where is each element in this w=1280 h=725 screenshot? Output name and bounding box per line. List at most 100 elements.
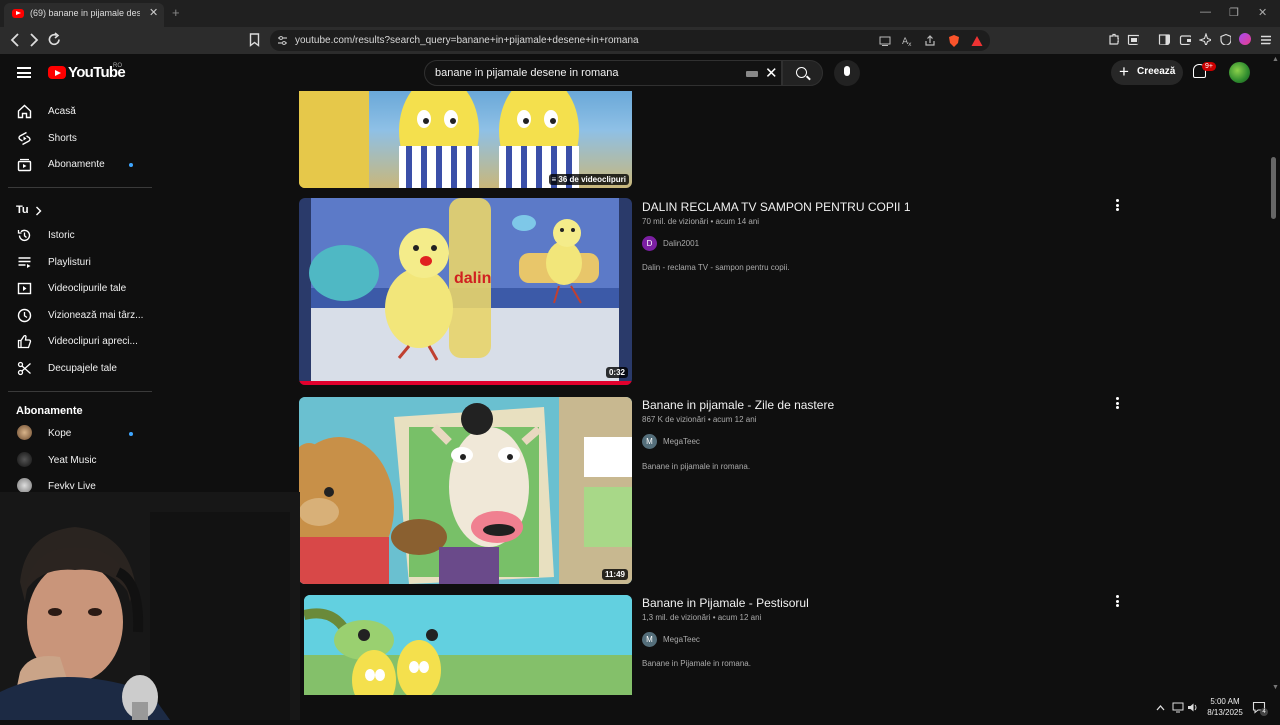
playlist-count-badge: ≡ 36 de videoclipuri xyxy=(548,174,629,185)
channel-avatar[interactable]: M xyxy=(642,434,657,449)
profile-extension-icon[interactable] xyxy=(1239,33,1251,45)
guide-sidebar: Acasă Shorts Abonamente Tu Istoric Playl… xyxy=(0,91,160,501)
cast-icon[interactable] xyxy=(879,36,891,46)
screenshot-icon[interactable] xyxy=(1127,33,1139,45)
notifications-badge: 9+ xyxy=(1202,62,1216,71)
page-scrollbar-thumb[interactable] xyxy=(1271,157,1276,219)
subscriptions-icon xyxy=(17,158,32,172)
playlist-thumbnail[interactable]: ≡ 36 de videoclipuri xyxy=(299,91,632,188)
address-bar[interactable]: youtube.com/results?search_query=banane+… xyxy=(270,30,990,51)
sidebar-channel-kope[interactable]: Kope xyxy=(0,421,152,447)
dalin-brand-text: dalin xyxy=(454,270,491,287)
keyboard-icon[interactable] xyxy=(746,71,758,77)
tab-close-icon[interactable]: ✕ xyxy=(149,6,158,19)
brave-shield-icon[interactable] xyxy=(947,34,961,48)
close-window-button[interactable]: ✕ xyxy=(1258,6,1267,19)
history-icon xyxy=(17,229,31,242)
subscriptions-section-title: Abonamente xyxy=(16,405,83,417)
clock-time[interactable]: 5:00 AM xyxy=(1204,697,1246,706)
browser-tab[interactable]: (69) banane in pijamale desene... ✕ xyxy=(4,3,164,27)
bananas-fish-thumbnail-illustration xyxy=(304,595,632,695)
sidebar-item-shorts[interactable]: Shorts xyxy=(0,126,152,152)
clips-icon xyxy=(17,361,31,376)
video-description: Dalin - reclama TV - sampon pentru copii… xyxy=(642,263,790,272)
create-button[interactable]: + Creează xyxy=(1111,60,1183,85)
sidebar-item-playlists[interactable]: Playlisturi xyxy=(0,250,152,276)
sidebar-channel-yeat-music[interactable]: Yeat Music xyxy=(0,448,152,474)
sidebar-item-label: Fevkv Live xyxy=(48,481,96,492)
video-thumbnail[interactable]: dalin 0:32 xyxy=(299,198,632,385)
channel-name[interactable]: MegaTeec xyxy=(663,437,700,446)
video-title[interactable]: Banane in pijamale - Zile de nastere xyxy=(642,398,834,412)
account-avatar[interactable] xyxy=(1229,62,1250,83)
search-input[interactable]: banane in pijamale desene in romana ✕ xyxy=(424,60,782,86)
new-content-dot xyxy=(129,163,133,167)
wallet-icon[interactable] xyxy=(1179,33,1191,45)
channel-avatar[interactable]: M xyxy=(642,632,657,647)
brave-rewards-icon[interactable] xyxy=(970,34,984,48)
more-actions-icon[interactable] xyxy=(1116,199,1120,211)
video-title[interactable]: Banane in Pijamale - Pestisorul xyxy=(642,596,809,610)
video-duration: 0:32 xyxy=(605,367,628,378)
sidebar-toggle-icon[interactable] xyxy=(1158,33,1170,45)
channel-name[interactable]: Dalin2001 xyxy=(663,239,699,248)
more-actions-icon[interactable] xyxy=(1116,595,1120,607)
share-icon[interactable] xyxy=(924,35,936,47)
youtube-favicon-icon xyxy=(12,9,24,18)
video-title[interactable]: DALIN RECLAMA TV SAMPON PENTRU COPII 1 xyxy=(642,200,911,214)
sidebar-item-your-videos[interactable]: Videoclipurile tale xyxy=(0,276,152,302)
sidebar-item-history[interactable]: Istoric xyxy=(0,223,152,249)
clear-search-icon[interactable]: ✕ xyxy=(765,64,778,82)
channel-avatar[interactable]: D xyxy=(642,236,657,251)
search-button[interactable] xyxy=(782,60,823,86)
chevron-right-icon xyxy=(36,206,42,216)
browser-menu-icon[interactable] xyxy=(1259,33,1271,45)
volume-icon[interactable] xyxy=(1187,702,1199,713)
sidebar-item-label: Vizionează mai târz... xyxy=(48,310,144,321)
home-icon xyxy=(17,104,32,119)
guide-menu-icon[interactable] xyxy=(17,67,31,78)
sidebar-item-label: Shorts xyxy=(48,133,77,144)
vpn-icon[interactable] xyxy=(1219,33,1231,45)
sidebar-item-subscriptions[interactable]: Abonamente xyxy=(0,152,152,178)
youtube-logo-icon[interactable] xyxy=(48,66,66,79)
sidebar-item-clips[interactable]: Decupajele tale xyxy=(0,356,152,382)
search-query-text[interactable]: banane in pijamale desene in romana xyxy=(435,67,618,79)
forward-arrow-icon[interactable] xyxy=(28,33,40,47)
region-code: RO xyxy=(113,63,122,69)
minimize-button[interactable]: — xyxy=(1200,6,1211,18)
scroll-down-arrow-icon[interactable]: ▼ xyxy=(1272,684,1279,691)
clock-date[interactable]: 8/13/2025 xyxy=(1204,708,1246,717)
tray-overflow-chevron-icon[interactable] xyxy=(1156,704,1165,711)
playlists-icon xyxy=(18,257,31,268)
video-thumbnail[interactable]: 11:49 xyxy=(299,397,632,584)
sidebar-item-watch-later[interactable]: Vizionează mai târz... xyxy=(0,303,152,329)
reload-icon[interactable] xyxy=(47,32,62,47)
sidebar-you-header[interactable]: Tu xyxy=(0,197,152,223)
maximize-button[interactable]: ❐ xyxy=(1229,6,1239,19)
channel-name[interactable]: MegaTeec xyxy=(663,635,700,644)
channel-avatar xyxy=(17,478,32,493)
scroll-up-arrow-icon[interactable]: ▲ xyxy=(1272,56,1279,63)
video-metadata: 1,3 mil. de vizionări • acum 12 ani xyxy=(642,613,762,622)
translate-icon[interactable]: Ax xyxy=(902,35,914,47)
network-icon[interactable] xyxy=(1172,702,1184,713)
shorts-icon xyxy=(18,131,31,146)
create-label: Creează xyxy=(1137,66,1176,77)
video-metadata: 70 mil. de vizionări • acum 14 ani xyxy=(642,217,760,226)
more-actions-icon[interactable] xyxy=(1116,397,1120,409)
site-settings-icon[interactable] xyxy=(277,35,288,46)
new-tab-button[interactable]: + xyxy=(172,5,180,20)
sidebar-item-home[interactable]: Acasă xyxy=(0,99,152,125)
dalin-ad-thumbnail-illustration: dalin xyxy=(299,198,632,385)
sidebar-item-label: Decupajele tale xyxy=(48,363,117,374)
back-arrow-icon[interactable] xyxy=(9,33,21,47)
video-thumbnail[interactable] xyxy=(304,595,632,695)
extensions-icon[interactable] xyxy=(1107,33,1119,45)
leo-ai-icon[interactable] xyxy=(1199,33,1211,45)
your-videos-icon xyxy=(17,282,32,295)
voice-search-icon[interactable] xyxy=(834,60,860,86)
bookmark-icon[interactable] xyxy=(249,33,260,47)
sidebar-divider xyxy=(8,187,152,188)
sidebar-item-liked-videos[interactable]: Videoclipuri apreci... xyxy=(0,329,152,355)
